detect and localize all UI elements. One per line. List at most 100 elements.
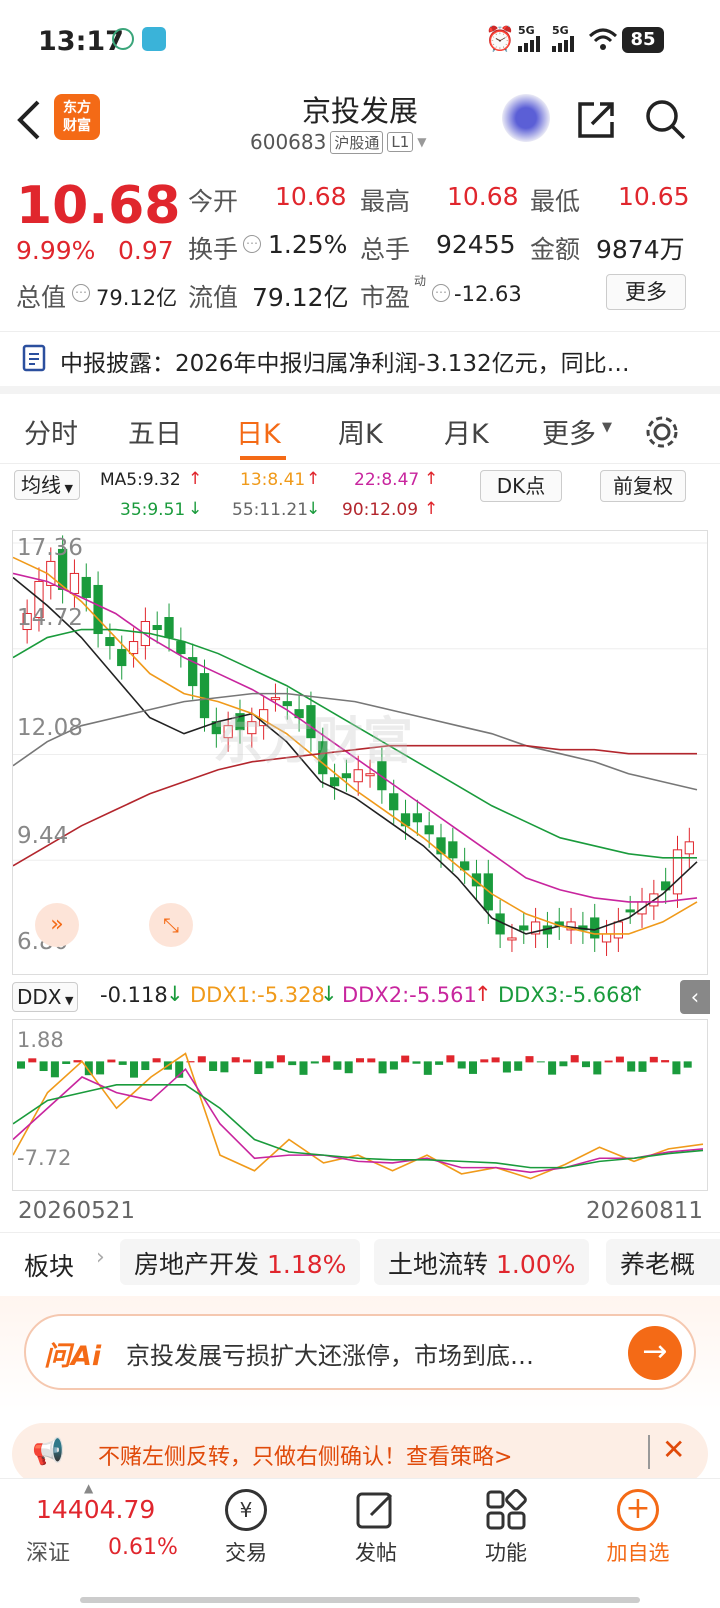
change-percent: 9.99% [16,236,96,265]
ddx-bar [152,1058,161,1063]
dk-point-button[interactable]: DK点 [480,470,562,502]
turnover-value: 1.25% [268,230,348,259]
ddx-bar [480,1059,489,1063]
add-watchlist-label: 加自选 [606,1541,670,1565]
ddx-bar [412,1061,421,1064]
plus-icon: + [617,1489,659,1531]
info-icon[interactable]: ⋯ [243,235,261,253]
ddx-bar [220,1061,229,1073]
tab-monthly-k[interactable]: 月K [444,412,489,451]
ddx-bar [548,1061,557,1075]
sector-tag-pct: 1.18% [266,1250,347,1279]
kline-chart[interactable]: 东方财富 17.36 14.72 12.08 9.44 6.80 » ⤡ [12,530,708,975]
ddx-bar [615,1056,624,1063]
search-icon[interactable] [644,98,686,140]
add-watchlist-button[interactable]: + 加自选 [588,1489,688,1567]
trade-button[interactable]: ¥ 交易 [196,1489,296,1567]
signal-icon [518,36,540,52]
ddx-select-label: DDX [17,985,62,1009]
tab-weekly-k[interactable]: 周K [338,412,383,451]
open-value: 10.68 [275,182,347,211]
ddx-chart[interactable]: 1.88 -7.72 [12,1019,708,1191]
ddx-svg [12,1052,704,1180]
ddx-bar [62,1061,71,1064]
candle [365,773,375,777]
candle [625,909,635,913]
float-cap-value: 79.12亿 [252,283,349,312]
indicator-select[interactable]: 均线 ▼ [14,470,80,500]
arrow-right-icon[interactable]: → [628,1326,682,1380]
stock-code: 600683 [250,130,327,154]
low-label: 最低 [530,187,581,216]
sector-tag-land[interactable]: 土地流转 1.00% [374,1239,590,1285]
post-button[interactable]: 发帖 [326,1489,426,1567]
post-label: 发帖 [355,1541,397,1565]
expand-left-icon[interactable]: » [35,903,79,947]
index-name: 深证 [26,1541,71,1566]
info-icon[interactable]: ⋯ [72,284,90,302]
info-icon[interactable]: ⋯ [432,284,450,302]
megaphone-icon: 📢 [32,1437,65,1467]
candle [81,576,91,598]
ddx-bar [502,1061,511,1073]
sector-tag-name: 养老概 [620,1250,696,1279]
chevron-down-icon[interactable]: ▼ [417,135,426,149]
ai-robot-icon[interactable] [502,94,550,142]
level-badge: L1 [387,132,414,152]
share-icon[interactable] [576,98,618,140]
gear-icon[interactable] [644,414,680,450]
sector-tag-name: 土地流转 [388,1250,489,1279]
ma5-label: MA5:9.32 [100,470,181,490]
ddx-bar [276,1055,285,1063]
chevron-down-icon: ▼ [602,420,612,435]
candle [672,849,683,895]
ddx-bar [649,1056,658,1063]
candle [424,825,434,835]
ddx-bar [525,1056,534,1063]
indicator-select-label: 均线 [21,473,61,497]
ddx-bar [672,1061,681,1075]
collapse-icon[interactable]: ‹ [680,980,710,1014]
ddx-bar [593,1061,602,1075]
high-value: 10.68 [447,182,519,211]
promo-banner[interactable]: 📢 不赌左侧反转，只做右侧确认！查看策略> ✕ [12,1423,708,1485]
grid-icon [486,1489,527,1530]
candle [176,641,186,655]
tab-active-indicator [240,456,286,460]
ai-question-box[interactable]: 问Ai 京投发展亏损扩大还涨停，市场到底… → [24,1314,696,1390]
notice-bar[interactable]: 中报披露：2026年中报归属净利润-3.132亿元，同比… [0,332,720,394]
candle [105,637,115,647]
close-icon[interactable]: ✕ [662,1433,685,1466]
ddx-bar [423,1061,432,1075]
adjust-button[interactable]: 前复权 [600,470,686,502]
candle [128,641,139,655]
tab-more[interactable]: 更多 [542,412,596,451]
index-value[interactable]: 14404.79 [36,1495,155,1524]
ddx-bar [514,1061,523,1071]
sector-label: 板块 [24,1252,75,1281]
amount-label: 金额 [530,235,581,264]
more-button[interactable]: 更多 [606,274,686,310]
candle [507,937,517,941]
volume-label: 总手 [360,235,411,264]
sector-tag-realestate[interactable]: 房地产开发 1.18% [120,1239,361,1285]
fullscreen-icon[interactable]: ⤡ [149,903,193,947]
ddx-bar [457,1061,466,1069]
gesture-bar [80,1597,640,1603]
tab-intraday[interactable]: 分时 [24,412,78,451]
market-cap-label: 总值 [16,283,67,312]
ma55-label: 55:11.21 [232,500,309,520]
function-button[interactable]: 功能 [456,1489,556,1567]
tab-daily-k[interactable]: 日K [236,412,281,451]
ddx-bar [288,1061,297,1066]
sector-tag-elderly[interactable]: 养老概 [606,1239,720,1285]
candle [69,572,80,594]
pe-value: -12.63 [454,282,522,306]
tab-five-day[interactable]: 五日 [128,412,182,451]
ddx-bar [28,1058,37,1063]
ddx1-value: DDX1:-5.328 [190,983,325,1007]
ddx-select[interactable]: DDX ▼ [12,982,79,1012]
period-tabs: 分时 五日 日K 周K 月K 更多 ▼ [0,394,720,464]
volume-value: 92455 [436,230,516,259]
ddx-bar [446,1055,455,1063]
